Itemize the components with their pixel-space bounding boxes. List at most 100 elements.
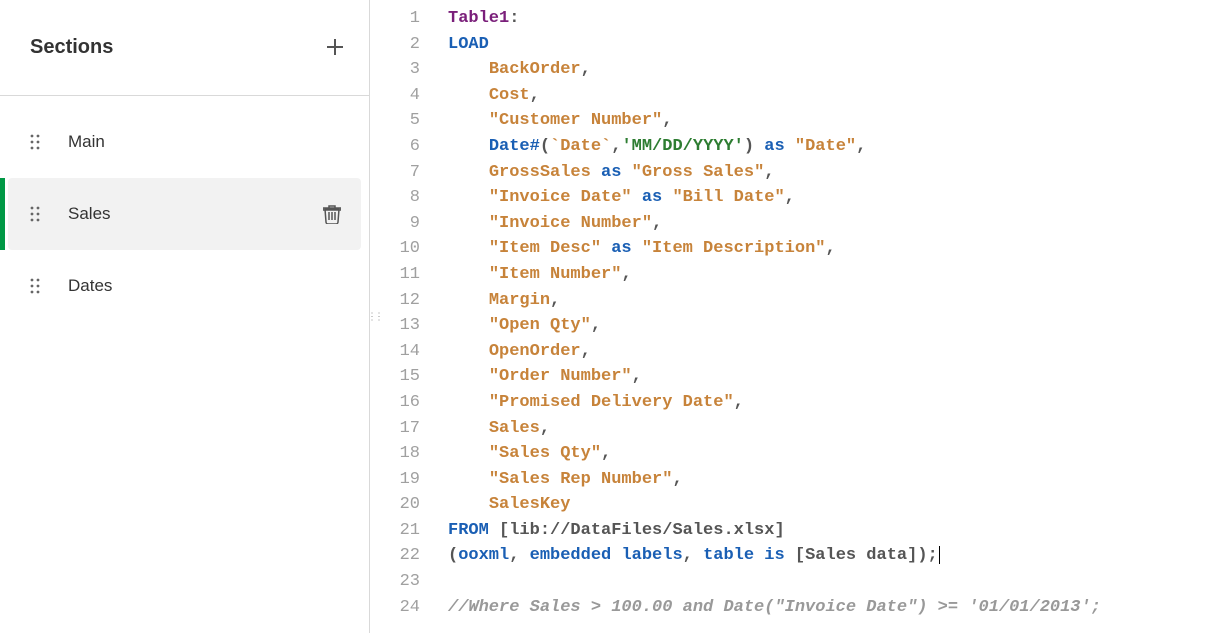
- script-editor[interactable]: 123456789101112131415161718192021222324 …: [378, 0, 1220, 633]
- token: [785, 137, 795, 156]
- code-line[interactable]: "Invoice Number",: [448, 211, 1220, 237]
- token: (: [540, 137, 550, 156]
- token: GrossSales: [489, 163, 591, 182]
- code-line[interactable]: OpenOrder,: [448, 339, 1220, 365]
- code-line[interactable]: Sales,: [448, 416, 1220, 442]
- token: ,: [509, 546, 529, 565]
- token: "Open Qty": [489, 316, 591, 335]
- token: [448, 316, 489, 335]
- section-label: Main: [68, 132, 341, 152]
- line-number: 3: [378, 57, 434, 83]
- token: (: [448, 546, 458, 565]
- token: [448, 239, 489, 258]
- line-number: 18: [378, 441, 434, 467]
- code-line[interactable]: Margin,: [448, 288, 1220, 314]
- token: [448, 393, 489, 412]
- token: ,: [856, 137, 866, 156]
- token: [448, 86, 489, 105]
- code-line[interactable]: Table1:: [448, 6, 1220, 32]
- token: [448, 444, 489, 463]
- token: ,: [734, 393, 744, 412]
- token: [448, 163, 489, 182]
- token: "Invoice Number": [489, 214, 652, 233]
- drag-handle-icon[interactable]: [30, 206, 44, 222]
- token: "Item Desc": [489, 239, 601, 258]
- line-gutter: 123456789101112131415161718192021222324: [378, 0, 434, 633]
- token: ,: [550, 291, 560, 310]
- code-line[interactable]: "Item Desc" as "Item Description",: [448, 236, 1220, 262]
- token: LOAD: [448, 35, 489, 54]
- token: as: [601, 163, 621, 182]
- token: "Date": [795, 137, 856, 156]
- code-line[interactable]: "Sales Rep Number",: [448, 467, 1220, 493]
- token: "Item Number": [489, 265, 622, 284]
- code-line[interactable]: //Where Sales > 100.00 and Date("Invoice…: [448, 595, 1220, 621]
- token: ,: [632, 367, 642, 386]
- plus-icon: [325, 37, 345, 57]
- section-item-dates[interactable]: Dates: [8, 250, 361, 322]
- token: "Sales Qty": [489, 444, 601, 463]
- code-line[interactable]: BackOrder,: [448, 57, 1220, 83]
- token: //Where Sales > 100.00 and Date("Invoice…: [448, 598, 1101, 617]
- token: "Promised Delivery Date": [489, 393, 734, 412]
- sidebar-header: Sections: [0, 0, 369, 96]
- code-line[interactable]: [448, 569, 1220, 595]
- sidebar-title: Sections: [30, 36, 113, 59]
- token: ,: [540, 419, 550, 438]
- code-line[interactable]: "Item Number",: [448, 262, 1220, 288]
- token: `Date`: [550, 137, 611, 156]
- token: [448, 60, 489, 79]
- token: ,: [530, 86, 540, 105]
- line-number: 4: [378, 83, 434, 109]
- token: ): [744, 137, 754, 156]
- drag-handle-icon[interactable]: [30, 278, 44, 294]
- token: as: [764, 137, 784, 156]
- token: ,: [581, 60, 591, 79]
- token: [lib://DataFiles/Sales.xlsx]: [499, 521, 785, 540]
- splitter-handle[interactable]: [370, 0, 378, 633]
- token: ,: [581, 342, 591, 361]
- token: ,: [785, 188, 795, 207]
- section-label: Dates: [68, 276, 341, 296]
- token: [754, 137, 764, 156]
- code-line[interactable]: "Open Qty",: [448, 313, 1220, 339]
- line-number: 14: [378, 339, 434, 365]
- token: [448, 470, 489, 489]
- token: ,: [652, 214, 662, 233]
- code-line[interactable]: "Order Number",: [448, 364, 1220, 390]
- section-item-sales[interactable]: Sales: [8, 178, 361, 250]
- drag-handle-icon[interactable]: [30, 134, 44, 150]
- add-section-button[interactable]: [325, 35, 345, 61]
- code-line[interactable]: FROM [lib://DataFiles/Sales.xlsx]: [448, 518, 1220, 544]
- token: [632, 188, 642, 207]
- token: 'MM/DD/YYYY': [621, 137, 743, 156]
- delete-section-button[interactable]: [323, 204, 341, 224]
- line-number: 11: [378, 262, 434, 288]
- token: Table1: [448, 9, 509, 28]
- line-number: 6: [378, 134, 434, 160]
- code-line[interactable]: (ooxml, embedded labels, table is [Sales…: [448, 543, 1220, 569]
- token: "Bill Date": [672, 188, 784, 207]
- code-line[interactable]: "Promised Delivery Date",: [448, 390, 1220, 416]
- token: [448, 214, 489, 233]
- code-line[interactable]: LOAD: [448, 32, 1220, 58]
- token: [632, 239, 642, 258]
- token: FROM: [448, 521, 489, 540]
- code-line[interactable]: GrossSales as "Gross Sales",: [448, 160, 1220, 186]
- line-number: 24: [378, 595, 434, 621]
- line-number: 17: [378, 416, 434, 442]
- code-area[interactable]: Table1: LOAD BackOrder, Cost, "Customer N…: [434, 0, 1220, 633]
- code-line[interactable]: Cost,: [448, 83, 1220, 109]
- line-number: 9: [378, 211, 434, 237]
- code-line[interactable]: "Sales Qty",: [448, 441, 1220, 467]
- token: ,: [683, 546, 703, 565]
- token: );: [917, 546, 937, 565]
- code-line[interactable]: "Customer Number",: [448, 108, 1220, 134]
- code-line[interactable]: SalesKey: [448, 492, 1220, 518]
- code-line[interactable]: Date#(`Date`,'MM/DD/YYYY') as "Date",: [448, 134, 1220, 160]
- token: "Gross Sales": [632, 163, 765, 182]
- section-label: Sales: [68, 204, 323, 224]
- token: ,: [662, 111, 672, 130]
- code-line[interactable]: "Invoice Date" as "Bill Date",: [448, 185, 1220, 211]
- section-item-main[interactable]: Main: [8, 106, 361, 178]
